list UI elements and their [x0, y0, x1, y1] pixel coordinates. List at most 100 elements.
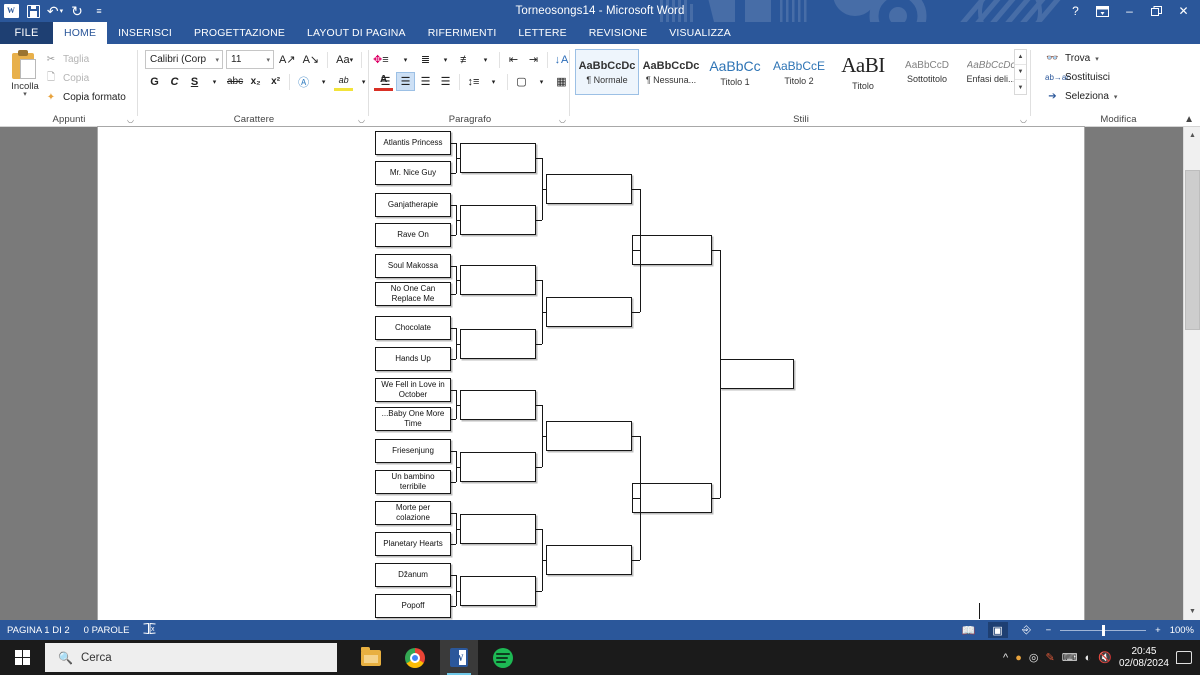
- bracket-seed-15[interactable]: Džanum: [375, 563, 451, 587]
- start-button[interactable]: [0, 640, 45, 675]
- scroll-down-icon[interactable]: ▼: [1015, 65, 1026, 80]
- scrollbar-thumb[interactable]: [1185, 170, 1200, 330]
- clock[interactable]: 20:45 02/08/2024: [1119, 646, 1169, 670]
- style-sottotitolo[interactable]: AaBbCcD Sottotitolo: [895, 49, 959, 95]
- styles-more-icon[interactable]: ▼: [1015, 80, 1026, 95]
- tab-riferimenti[interactable]: RIFERIMENTI: [417, 22, 508, 44]
- shrink-font-icon[interactable]: A↘: [301, 50, 322, 69]
- bold-button[interactable]: G: [145, 72, 164, 91]
- bracket-match-r2-5[interactable]: [460, 389, 536, 420]
- chevron-down-icon[interactable]: ▾: [1095, 55, 1099, 63]
- bracket-champion[interactable]: [720, 358, 794, 389]
- bracket-match-r4-1[interactable]: [632, 235, 712, 266]
- font-size-combo[interactable]: 11 ▾: [226, 50, 274, 69]
- bracket-seed-7[interactable]: Chocolate: [375, 316, 451, 340]
- strikethrough-button[interactable]: abc: [225, 72, 245, 91]
- bracket-seed-14[interactable]: Planetary Hearts: [375, 532, 451, 556]
- proofing-errors-icon[interactable]: x: [143, 622, 156, 637]
- bracket-match-r3-3[interactable]: [546, 420, 632, 451]
- print-layout-icon[interactable]: ▣: [987, 622, 1008, 638]
- subscript-button[interactable]: x₂: [246, 72, 265, 91]
- bracket-seed-6[interactable]: No One Can Replace Me: [375, 282, 451, 306]
- align-left-icon[interactable]: ☰: [376, 72, 395, 91]
- bracket-seed-1[interactable]: Atlantis Princess: [375, 131, 451, 155]
- line-spacing-icon[interactable]: ↕≡: [464, 72, 483, 91]
- bracket-match-r2-8[interactable]: [460, 575, 536, 606]
- italic-button[interactable]: C: [165, 72, 184, 91]
- bullets-icon[interactable]: ≡: [376, 50, 395, 69]
- zoom-out-button[interactable]: −: [1046, 625, 1052, 636]
- bracket-match-r2-7[interactable]: [460, 513, 536, 544]
- taskbar-word[interactable]: W: [440, 640, 478, 675]
- bracket-match-r2-6[interactable]: [460, 451, 536, 482]
- tab-revisione[interactable]: REVISIONE: [578, 22, 659, 44]
- tab-visualizza[interactable]: VISUALIZZA: [658, 22, 742, 44]
- tab-file[interactable]: FILE: [0, 22, 53, 44]
- tab-layout-di-pagina[interactable]: LAYOUT DI PAGINA: [296, 22, 417, 44]
- bracket-match-r2-1[interactable]: [460, 143, 536, 173]
- bullets-dropdown-icon[interactable]: ▾: [396, 50, 415, 69]
- bracket-seed-16[interactable]: Popoff: [375, 594, 451, 618]
- document-page[interactable]: Atlantis Princess Mr. Nice Guy Ganjatherap…: [98, 127, 1084, 620]
- camera-icon[interactable]: ◎: [1029, 651, 1039, 664]
- bracket-seed-9[interactable]: We Fell in Love in October: [375, 378, 451, 402]
- word-count[interactable]: 0 PAROLE: [84, 625, 130, 636]
- taskbar-file-explorer[interactable]: [352, 640, 390, 675]
- show-hidden-icons-icon[interactable]: ^: [1003, 652, 1008, 664]
- align-center-icon[interactable]: ☰: [396, 72, 415, 91]
- close-button[interactable]: ✕: [1171, 1, 1196, 21]
- shading-dropdown-icon[interactable]: ▾: [532, 72, 551, 91]
- underline-dropdown-icon[interactable]: ▾: [205, 72, 224, 91]
- chevron-down-icon[interactable]: ▾: [23, 91, 27, 98]
- decrease-indent-icon[interactable]: ⇤: [504, 50, 523, 69]
- superscript-button[interactable]: x²: [266, 72, 285, 91]
- bracket-match-r2-2[interactable]: [460, 205, 536, 235]
- zoom-in-button[interactable]: +: [1155, 625, 1161, 636]
- bracket-seed-5[interactable]: Soul Makossa: [375, 254, 451, 278]
- taskbar-chrome[interactable]: [396, 640, 434, 675]
- scroll-down-icon[interactable]: ▼: [1184, 603, 1200, 620]
- change-case-icon[interactable]: Aa ▾: [334, 50, 355, 69]
- minimize-button[interactable]: –: [1117, 1, 1142, 21]
- read-mode-icon[interactable]: 📖: [959, 622, 979, 638]
- multilevel-list-icon[interactable]: ≢: [456, 50, 475, 69]
- shading-icon[interactable]: ▢: [512, 72, 531, 91]
- bracket-match-r3-2[interactable]: [546, 296, 632, 327]
- web-layout-icon[interactable]: ⎆: [1017, 622, 1037, 638]
- scroll-up-icon[interactable]: ▲: [1015, 50, 1026, 65]
- search-input[interactable]: 🔍 Cerca: [45, 643, 337, 672]
- bracket-match-r2-4[interactable]: [460, 328, 536, 359]
- find-button[interactable]: 👓 Trova ▾: [1045, 49, 1099, 68]
- multilevel-list-dropdown-icon[interactable]: ▾: [476, 50, 495, 69]
- bracket-seed-8[interactable]: Hands Up: [375, 347, 451, 371]
- bracket-seed-12[interactable]: Un bambino terribile: [375, 470, 451, 494]
- bracket-seed-13[interactable]: Morte per colazione: [375, 501, 451, 525]
- bracket-seed-3[interactable]: Ganjatherapie: [375, 193, 451, 217]
- zoom-slider-thumb[interactable]: [1102, 624, 1106, 636]
- vertical-scrollbar[interactable]: ▲ ▼: [1183, 127, 1200, 620]
- line-spacing-dropdown-icon[interactable]: ▾: [484, 72, 503, 91]
- font-name-combo[interactable]: Calibri (Corp ▾: [145, 50, 223, 69]
- volume-muted-icon[interactable]: 🔇: [1098, 651, 1112, 664]
- align-right-icon[interactable]: ☰: [416, 72, 435, 91]
- appunti-dialog-launcher[interactable]: ◡: [127, 115, 134, 124]
- text-effects-icon[interactable]: Ⓐ: [294, 72, 313, 91]
- styles-gallery-scrollbar[interactable]: ▲ ▼ ▼: [1014, 49, 1027, 95]
- page-indicator[interactable]: PAGINA 1 DI 2: [7, 625, 70, 636]
- paragrafo-dialog-launcher[interactable]: ◡: [559, 115, 566, 124]
- style-titolo-1[interactable]: AaBbCс Titolo 1: [703, 49, 767, 95]
- style-titolo[interactable]: AaBІ Titolo: [831, 49, 895, 95]
- keyboard-icon[interactable]: ⌨: [1062, 651, 1078, 664]
- grow-font-icon[interactable]: A↗: [277, 50, 298, 69]
- paste-button[interactable]: Incolla ▾: [6, 48, 44, 110]
- zoom-level[interactable]: 100%: [1170, 625, 1194, 636]
- bracket-match-r4-2[interactable]: [632, 482, 712, 513]
- increase-indent-icon[interactable]: ⇥: [524, 50, 543, 69]
- bracket-match-r3-4[interactable]: [546, 544, 632, 575]
- bracket-seed-2[interactable]: Mr. Nice Guy: [375, 161, 451, 185]
- text-effects-dropdown-icon[interactable]: ▾: [314, 72, 333, 91]
- numbering-dropdown-icon[interactable]: ▾: [436, 50, 455, 69]
- numbering-icon[interactable]: ≣: [416, 50, 435, 69]
- style-nessuna-spaziatura[interactable]: AaBbCcDc ¶ Nessuna...: [639, 49, 703, 95]
- ribbon-display-options-button[interactable]: [1090, 1, 1115, 21]
